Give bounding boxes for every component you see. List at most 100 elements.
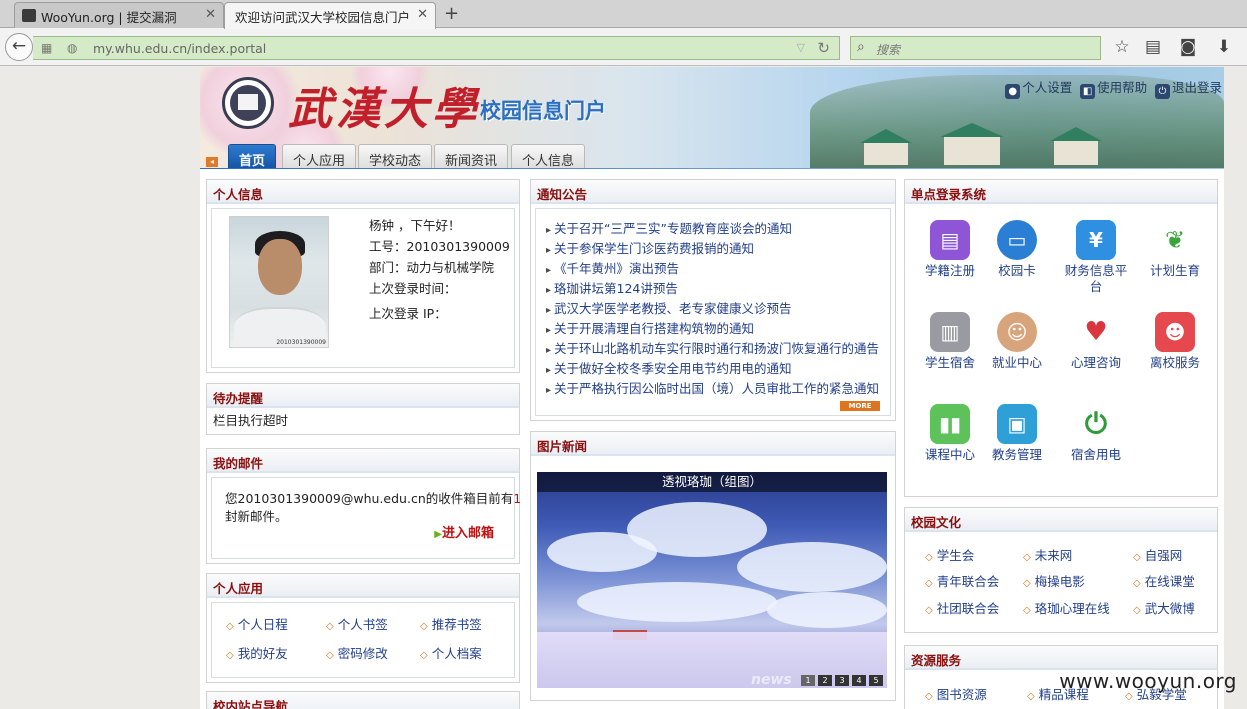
globe-icon: ◍ bbox=[67, 41, 78, 55]
panel-title: 个人信息 bbox=[207, 180, 519, 204]
browser-navigation-bar: ← ▦ ◍ my.whu.edu.cn/index.portal ▽ ↻ ⌕ 搜… bbox=[0, 28, 1247, 66]
help-book-icon: ◧ bbox=[1080, 84, 1096, 99]
notice-item[interactable]: 珞珈讲坛第124讲预告 bbox=[546, 278, 879, 298]
news-overlay-text: news bbox=[751, 672, 792, 688]
whu-seal-logo bbox=[222, 77, 274, 129]
portal-title: 校园信息门户 bbox=[480, 99, 606, 123]
department-text: 部门：动力与机械学院 bbox=[369, 260, 495, 275]
nav-tab-home[interactable]: 首页 bbox=[228, 144, 277, 169]
app-link-schedule[interactable]: 个人日程 bbox=[226, 614, 288, 633]
campus-culture-panel: 校园文化 学生会 未来网 自强网 青年联合会 梅操电影 在线课堂 社团联合会 珞… bbox=[904, 507, 1218, 633]
reload-icon[interactable]: ↻ bbox=[817, 39, 830, 57]
sso-campus-card[interactable]: ▭ 校园卡 bbox=[987, 220, 1047, 279]
slide-pager: 12345 bbox=[798, 672, 883, 686]
logout-link[interactable]: ⏻ 退出登录 bbox=[1154, 77, 1222, 99]
address-bar[interactable]: ▦ ◍ my.whu.edu.cn/index.portal ▽ ↻ bbox=[33, 36, 840, 60]
photo-news-slideshow[interactable]: 透视珞珈（组图） news 12345 bbox=[537, 472, 887, 688]
browser-tab-whu-portal[interactable]: 欢迎访问武汉大学校园信息门户 ✕ bbox=[224, 2, 436, 29]
mail-panel: 我的邮件 您2010301390009@whu.edu.cn的收件箱目前有1 封… bbox=[206, 448, 521, 564]
notice-item[interactable]: 关于做好全校冬季安全用电节约用电的通知 bbox=[546, 358, 879, 378]
browser-tab-bar: WooYun.org | 提交漏洞 ✕ 欢迎访问武汉大学校园信息门户 ✕ + bbox=[0, 0, 1247, 29]
sso-student-registration[interactable]: ▤ 学籍注册 bbox=[920, 220, 980, 279]
sso-employment[interactable]: ☺ 就业中心 bbox=[987, 312, 1047, 371]
slide-page-button[interactable]: 3 bbox=[835, 675, 849, 686]
slide-page-button[interactable]: 5 bbox=[869, 675, 883, 686]
play-arrow-icon: ▶ bbox=[434, 529, 442, 540]
app-link-recommended-bookmarks[interactable]: 推荐书签 bbox=[420, 614, 482, 633]
slide-page-button[interactable]: 2 bbox=[818, 675, 832, 686]
culture-link[interactable]: 未来网 bbox=[1023, 545, 1073, 564]
nav-scroll-left-icon[interactable]: ◂ bbox=[206, 157, 218, 167]
notice-item[interactable]: 关于环山北路机动车实行限时通行和扬波门恢复通行的通告 bbox=[546, 338, 879, 358]
culture-link[interactable]: 青年联合会 bbox=[925, 571, 1000, 590]
app-link-password[interactable]: 密码修改 bbox=[326, 643, 388, 662]
browser-tab-wooyun[interactable]: WooYun.org | 提交漏洞 ✕ bbox=[14, 2, 224, 28]
culture-link[interactable]: 梅操电影 bbox=[1023, 571, 1085, 590]
culture-link[interactable]: 在线课堂 bbox=[1133, 571, 1195, 590]
notice-item[interactable]: 关于参保学生门诊医药费报销的通知 bbox=[546, 238, 879, 258]
slide-page-button[interactable]: 4 bbox=[852, 675, 866, 686]
header-links: ● 个人设置 ◧ 使用帮助 ⏻ 退出登录 bbox=[1001, 77, 1222, 99]
culture-link[interactable]: 学生会 bbox=[925, 545, 975, 564]
nav-tab-personal-info[interactable]: 个人信息 bbox=[511, 144, 586, 169]
slide-page-button[interactable]: 1 bbox=[801, 675, 815, 686]
personal-apps-panel: 个人应用 个人日程 个人书签 推荐书签 我的好友 密码修改 个人档案 bbox=[206, 573, 520, 683]
reader-view-icon[interactable]: ▦ bbox=[41, 41, 52, 55]
sso-family-planning[interactable]: ❦ 计划生育 bbox=[1145, 220, 1205, 279]
more-button[interactable]: MORE bbox=[840, 401, 880, 411]
sso-finance[interactable]: ¥ 财务信息平台 bbox=[1064, 220, 1128, 295]
sso-counseling[interactable]: ♥ 心理咨询 bbox=[1064, 312, 1128, 371]
culture-link[interactable]: 武大微博 bbox=[1133, 598, 1195, 617]
slide-caption[interactable]: 透视珞珈（组图） bbox=[537, 472, 887, 492]
history-dropdown-icon[interactable]: ▽ bbox=[797, 41, 805, 54]
wooyun-watermark: www.wooyun.org bbox=[1059, 669, 1237, 693]
sso-dorm-electricity[interactable]: ⏻ 宿舍用电 bbox=[1064, 404, 1128, 463]
back-arrow-icon[interactable]: ← bbox=[5, 33, 33, 61]
sso-course-center[interactable]: ▮▮ 课程中心 bbox=[920, 404, 980, 463]
download-arrow-icon[interactable]: ⬇ bbox=[1213, 36, 1235, 58]
app-link-bookmarks[interactable]: 个人书签 bbox=[326, 614, 388, 633]
sso-dormitory[interactable]: ▥ 学生宿舍 bbox=[920, 312, 980, 371]
nav-tab-personal-apps[interactable]: 个人应用 bbox=[282, 144, 357, 169]
campus-nav-panel: 校内站点导航 bbox=[206, 691, 520, 709]
url-text[interactable]: my.whu.edu.cn/index.portal bbox=[93, 41, 266, 56]
pocket-icon[interactable]: ◙ bbox=[1177, 36, 1199, 58]
notice-item[interactable]: 关于召开“三严三实”专题教育座谈会的通知 bbox=[546, 218, 879, 238]
nav-tab-news[interactable]: 新闻资讯 bbox=[434, 144, 509, 169]
browser-search-box[interactable]: ⌕ 搜索 bbox=[850, 36, 1101, 60]
help-link[interactable]: ◧ 使用帮助 bbox=[1080, 77, 1147, 99]
browser-tab-title: WooYun.org | 提交漏洞 bbox=[41, 10, 177, 25]
last-login-time-text: 上次登录时间： bbox=[369, 281, 457, 296]
notice-item[interactable]: 关于开展清理自行搭建构筑物的通知 bbox=[546, 318, 879, 338]
culture-link[interactable]: 社团联合会 bbox=[925, 598, 1000, 617]
sso-academic-affairs[interactable]: ▣ 教务管理 bbox=[987, 404, 1047, 463]
culture-link[interactable]: 自强网 bbox=[1133, 545, 1183, 564]
app-link-archive[interactable]: 个人档案 bbox=[420, 643, 482, 662]
todo-text: 栏目执行超时 bbox=[213, 413, 289, 428]
culture-link[interactable]: 珞珈心理在线 bbox=[1023, 598, 1110, 617]
work-id-text: 工号：2010301390009 bbox=[369, 239, 510, 254]
search-placeholder: 搜索 bbox=[876, 43, 901, 57]
panel-title: 图片新闻 bbox=[531, 432, 895, 456]
enter-mailbox-link[interactable]: ▶进入邮箱 bbox=[434, 522, 494, 541]
notice-item[interactable]: 关于严格执行因公临时出国（境）人员审批工作的紧急通知 bbox=[546, 378, 879, 398]
new-tab-plus-icon[interactable]: + bbox=[444, 3, 459, 24]
headset-operator-icon: ☺ bbox=[997, 312, 1037, 352]
app-link-friends[interactable]: 我的好友 bbox=[226, 643, 288, 662]
resource-link[interactable]: 图书资源 bbox=[925, 684, 987, 703]
todo-panel: 待办提醒 栏目执行超时 bbox=[206, 383, 520, 435]
portal-page: 武漢大學 校园信息门户 ● 个人设置 ◧ 使用帮助 ⏻ 退出登录 ◂ 首页 个人应用 … bbox=[200, 67, 1224, 709]
bookmarks-library-icon[interactable]: ▤ bbox=[1142, 36, 1164, 58]
nav-tab-school-news[interactable]: 学校动态 bbox=[358, 144, 433, 169]
close-tab-icon[interactable]: ✕ bbox=[205, 7, 216, 22]
sso-panel: 单点登录系统 ▤ 学籍注册 ▭ 校园卡 ¥ 财务信息平台 ❦ 计划生育 ▥ 学生… bbox=[904, 179, 1218, 497]
power-button-icon: ⏻ bbox=[1076, 404, 1116, 444]
power-icon: ⏻ bbox=[1154, 84, 1170, 99]
close-tab-icon[interactable]: ✕ bbox=[417, 7, 428, 22]
bookmark-star-icon[interactable]: ☆ bbox=[1111, 36, 1133, 58]
notice-item[interactable]: 《千年黄州》演出预告 bbox=[546, 258, 879, 278]
user-icon: ● bbox=[1005, 84, 1021, 99]
sso-leave-school[interactable]: ☻ 离校服务 bbox=[1145, 312, 1205, 371]
notice-item[interactable]: 武汉大学医学老教授、老专家健康义诊预告 bbox=[546, 298, 879, 318]
personal-settings-link[interactable]: ● 个人设置 bbox=[1005, 77, 1072, 99]
